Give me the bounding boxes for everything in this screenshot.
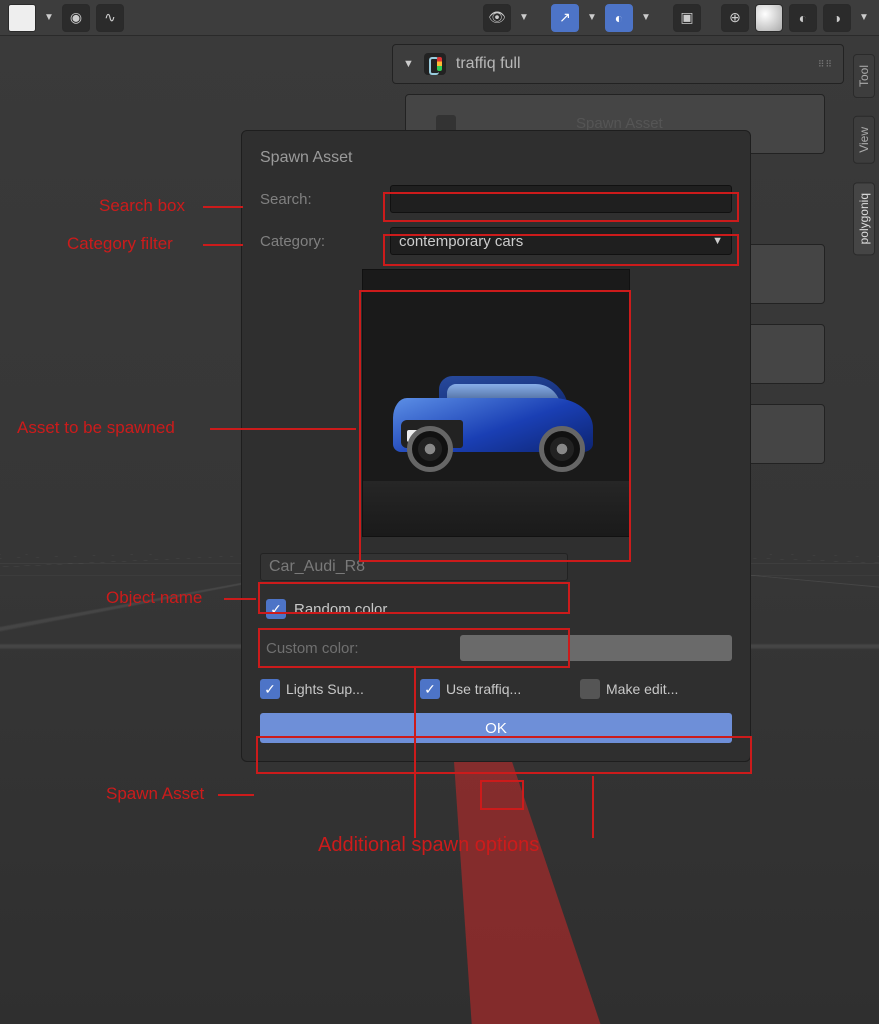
annotation-vline-2 (592, 776, 594, 838)
rail-tab-polygoniq[interactable]: polygoniq (853, 182, 875, 255)
disclosure-triangle-icon[interactable]: ▼ (403, 58, 414, 70)
redbox-preview (359, 290, 631, 562)
annotation-additional: Additional spawn options (318, 834, 539, 857)
popover-title: Spawn Asset (260, 149, 732, 167)
annotation-line-category (203, 244, 243, 246)
addon-name: traffiq full (456, 55, 521, 73)
shading-render-icon[interactable]: ◑ (823, 4, 851, 32)
option-traffiq-label: Use traffiq... (446, 681, 521, 697)
option-editable-label: Make edit... (606, 681, 678, 697)
gizmo-icon[interactable]: ↗ (551, 4, 579, 32)
shading-wire-icon[interactable]: ⊕ (721, 4, 749, 32)
traffiq-logo-icon (424, 53, 446, 75)
option-traffiq-checkbox[interactable]: ✓ (420, 679, 440, 699)
drag-handle-icon[interactable]: ⠿⠿ (818, 59, 833, 70)
annotation-line-search (203, 206, 243, 208)
npanel-rail: Tool View polygoniq (849, 36, 879, 255)
pivot-icon[interactable]: ◉ (62, 4, 90, 32)
annotation-preview: Asset to be spawned (17, 418, 175, 438)
object-name-value: Car_Audi_R8 (269, 558, 365, 575)
redbox-options (256, 736, 752, 774)
option-lights[interactable]: ✓ Lights Sup... (260, 679, 412, 699)
option-editable-checkbox[interactable]: ✓ (580, 679, 600, 699)
visibility-icon[interactable]: 👁 (483, 4, 511, 32)
overlay-icon[interactable]: ◐ (605, 4, 633, 32)
visibility-dropdown[interactable]: ▼ (517, 4, 531, 32)
rail-tab-view[interactable]: View (853, 116, 875, 164)
option-lights-checkbox[interactable]: ✓ (260, 679, 280, 699)
redbox-search (383, 192, 739, 222)
shading-dropdown[interactable]: ▼ (857, 4, 871, 32)
category-label: Category: (260, 233, 390, 250)
annotation-category: Category filter (67, 234, 173, 254)
object-mode-icon[interactable] (8, 4, 36, 32)
addon-panel-header[interactable]: ▼ traffiq full ⠿⠿ (392, 44, 844, 84)
viewport-header: ▼ ◉ ∿ 👁 ▼ ↗ ▼ ◐ ▼ ▣ ⊕ ◐ ◑ ▼ (0, 0, 879, 36)
option-editable[interactable]: ✓ Make edit... (580, 679, 732, 699)
annotation-line-objname (224, 598, 256, 600)
option-lights-label: Lights Sup... (286, 681, 364, 697)
redbox-objectname (258, 582, 570, 614)
annotation-spawn: Spawn Asset (106, 784, 204, 804)
redbox-ok (480, 780, 524, 810)
rail-tab-tool[interactable]: Tool (853, 54, 875, 98)
annotation-line-spawn (218, 794, 254, 796)
ok-label: OK (485, 720, 507, 737)
option-traffiq[interactable]: ✓ Use traffiq... (420, 679, 572, 699)
annotation-vline-1 (414, 668, 416, 838)
annotation-objectname: Object name (106, 588, 202, 608)
annotation-line-preview (210, 428, 356, 430)
shading-matprev-icon[interactable]: ◐ (789, 4, 817, 32)
object-mode-dropdown[interactable]: ▼ (42, 4, 56, 32)
xray-icon[interactable]: ▣ (673, 4, 701, 32)
annotation-search: Search box (99, 196, 185, 216)
gizmo-dropdown[interactable]: ▼ (585, 4, 599, 32)
falloff-icon[interactable]: ∿ (96, 4, 124, 32)
shading-solid-icon[interactable] (755, 4, 783, 32)
additional-options-row: ✓ Lights Sup... ✓ Use traffiq... ✓ Make … (260, 679, 732, 699)
redbox-randomcolor (258, 628, 570, 668)
redbox-category (383, 234, 739, 266)
search-label: Search: (260, 191, 390, 208)
overlay-dropdown[interactable]: ▼ (639, 4, 653, 32)
